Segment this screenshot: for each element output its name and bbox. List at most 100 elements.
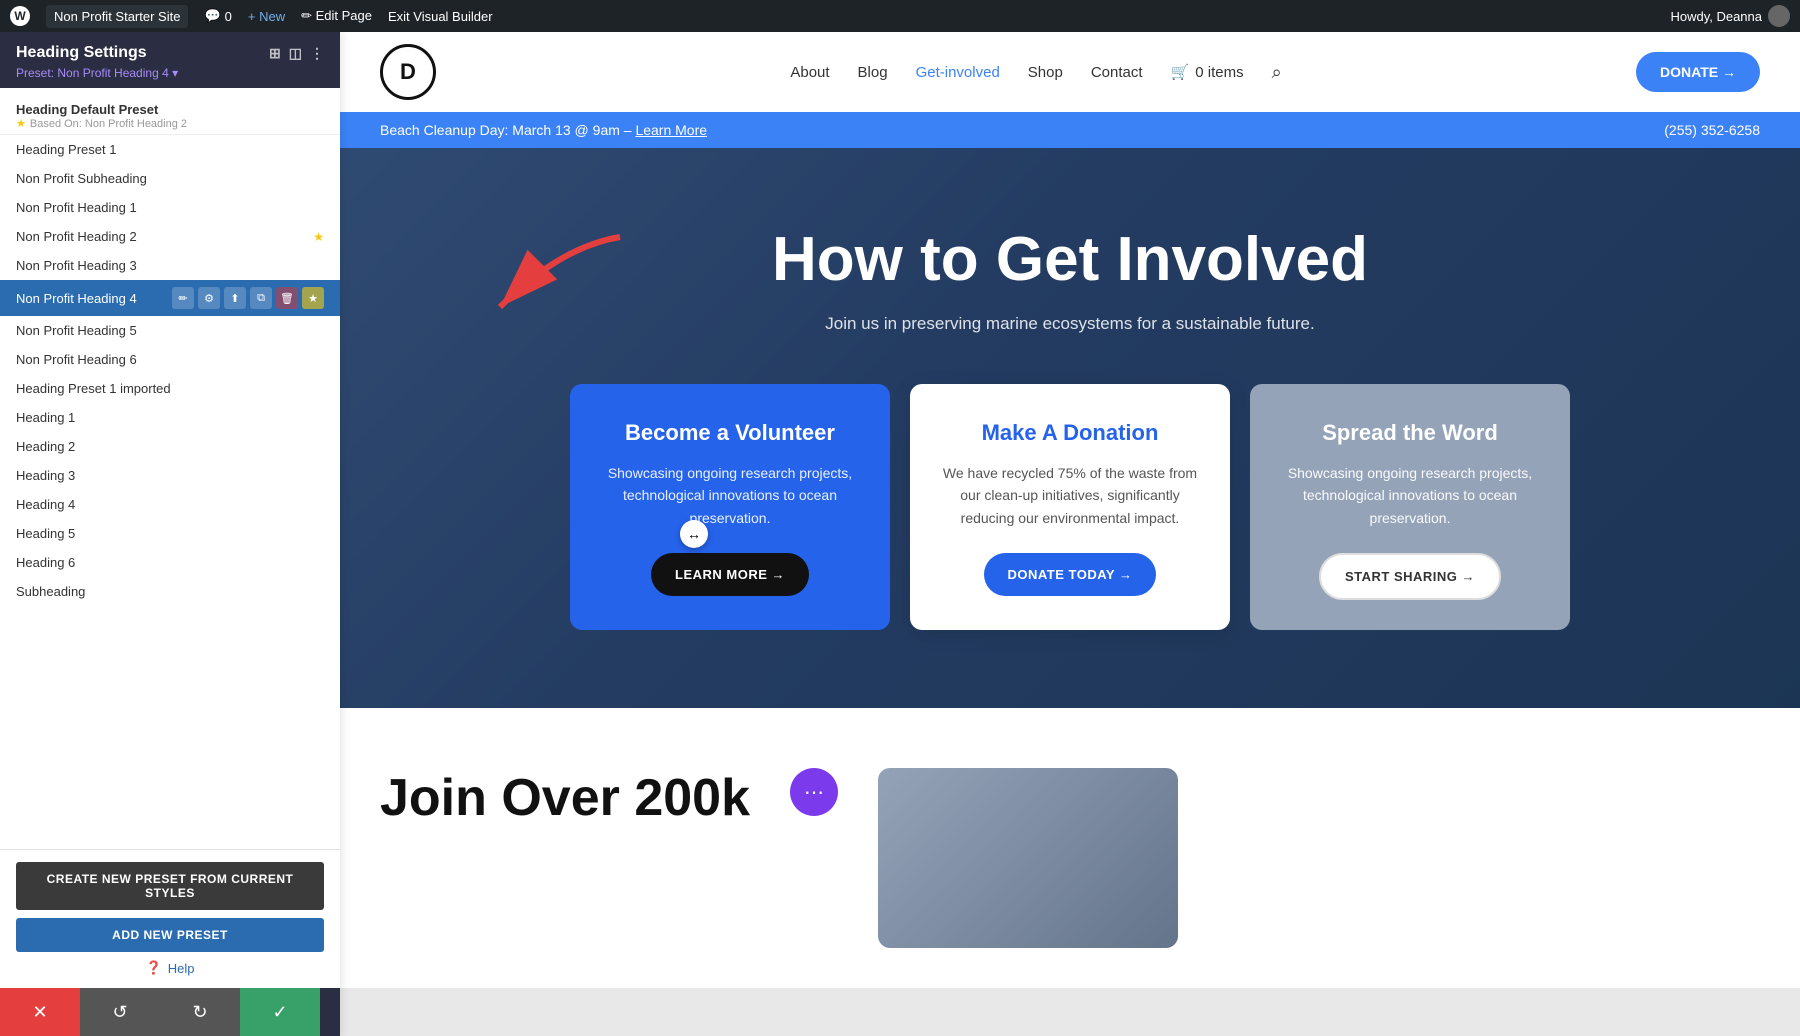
list-item[interactable]: Heading 4: [0, 490, 340, 519]
export-icon[interactable]: ⬆: [224, 287, 246, 309]
bottom-section-title: Join Over 200k: [380, 768, 750, 828]
more-icon[interactable]: ⋮: [310, 45, 324, 62]
purple-menu-bubble[interactable]: ⋯: [790, 768, 838, 816]
list-item[interactable]: Heading 2: [0, 432, 340, 461]
hero-subtitle: Join us in preserving marine ecosystems …: [825, 314, 1314, 334]
list-item[interactable]: Heading Preset 1: [0, 135, 340, 164]
toolbar-buttons: ✕ ↺ ↻ ✓: [0, 988, 320, 1036]
active-preset-item[interactable]: Non Profit Heading 4 ✏ ⚙ ⬆ ⧉ 🗑 ★: [0, 280, 340, 316]
preset-label[interactable]: Preset: Non Profit Heading 4 ▾: [16, 66, 324, 80]
sidebar-header: Heading Settings ⊞ ◫ ⋮ Preset: Non Profi…: [0, 32, 340, 88]
cards-row: Become a Volunteer Showcasing ongoing re…: [520, 384, 1620, 630]
list-item[interactable]: Non Profit Heading 1: [0, 193, 340, 222]
check-icon: ✓: [272, 1002, 287, 1023]
list-item[interactable]: Subheading: [0, 577, 340, 606]
close-icon: ✕: [32, 1002, 47, 1023]
default-preset-group: Heading Default Preset ★ Based On: Non P…: [0, 94, 340, 135]
sidebar-title: Heading Settings ⊞ ◫ ⋮: [16, 44, 324, 62]
list-item[interactable]: Non Profit Heading 2 ★: [0, 222, 340, 251]
announcement-text: Beach Cleanup Day: March 13 @ 9am – Lear…: [380, 122, 707, 138]
delete-icon[interactable]: 🗑: [276, 287, 298, 309]
help-icon: ❓: [146, 960, 162, 976]
default-preset-name: Heading Default Preset: [16, 102, 324, 117]
star-action-icon[interactable]: ★: [302, 287, 324, 309]
settings-icon[interactable]: ⚙: [198, 287, 220, 309]
list-item[interactable]: Non Profit Heading 3: [0, 251, 340, 280]
user-menu[interactable]: Howdy, Deanna: [1670, 5, 1790, 27]
settings-sidebar: Heading Settings ⊞ ◫ ⋮ Preset: Non Profi…: [0, 32, 340, 1036]
nav-blog[interactable]: Blog: [858, 64, 888, 81]
nav-get-involved[interactable]: Get-involved: [916, 64, 1000, 81]
redo-button[interactable]: ↻: [160, 988, 240, 1036]
search-icon[interactable]: ⌕: [1272, 62, 1282, 83]
list-item[interactable]: Heading Preset 1 imported: [0, 374, 340, 403]
help-link[interactable]: ❓ Help: [16, 960, 324, 976]
site-name[interactable]: Non Profit Starter Site: [46, 5, 188, 28]
add-preset-button[interactable]: ADD NEW PRESET: [16, 918, 324, 952]
panel-icon[interactable]: ◫: [289, 45, 302, 62]
learn-more-button[interactable]: LEARN MORE →: [651, 553, 809, 596]
cart-count: 0 items: [1195, 64, 1243, 81]
site-logo[interactable]: D: [380, 44, 436, 100]
logo-letter: D: [400, 59, 416, 85]
donate-today-button[interactable]: DONATE TODAY →: [984, 553, 1157, 596]
wp-logo-icon[interactable]: W: [10, 6, 30, 26]
bubble-icon: ⋯: [804, 780, 824, 805]
card-text: Showcasing ongoing research projects, te…: [600, 462, 860, 529]
share-card: Spread the Word Showcasing ongoing resea…: [1250, 384, 1570, 630]
sidebar-header-icons: ⊞ ◫ ⋮: [269, 45, 324, 62]
admin-bar: W Non Profit Starter Site 💬 0 + New ✏ Ed…: [0, 0, 1800, 32]
list-item[interactable]: Heading 3: [0, 461, 340, 490]
website-preview: ↔ D About Blog Get-involved Sho: [340, 32, 1800, 1036]
list-item[interactable]: Non Profit Heading 5: [0, 316, 340, 345]
resize-handle[interactable]: ↔: [680, 520, 708, 548]
undo-button[interactable]: ↺: [80, 988, 160, 1036]
resize-icon: ↔: [687, 526, 701, 542]
main-area: Heading Settings ⊞ ◫ ⋮ Preset: Non Profi…: [0, 32, 1800, 1036]
cart-link[interactable]: 🛒 0 items: [1171, 63, 1244, 81]
list-item[interactable]: Non Profit Heading 6: [0, 345, 340, 374]
edit-icon[interactable]: ✏: [172, 287, 194, 309]
start-sharing-button[interactable]: START SHARING →: [1319, 553, 1501, 600]
duplicate-icon[interactable]: ⧉: [250, 287, 272, 309]
based-on-label: ★ Based On: Non Profit Heading 2: [16, 117, 324, 130]
cart-icon: 🛒: [1171, 63, 1190, 81]
close-button[interactable]: ✕: [0, 988, 80, 1036]
card-title: Become a Volunteer: [600, 420, 860, 446]
list-item[interactable]: Heading 6: [0, 548, 340, 577]
nav-contact[interactable]: Contact: [1091, 64, 1143, 81]
confirm-button[interactable]: ✓: [240, 988, 320, 1036]
card-text: Showcasing ongoing research projects, te…: [1280, 462, 1540, 529]
bottom-toolbar: ✕ ↺ ↻ ✓: [0, 988, 340, 1036]
announcement-bar: Beach Cleanup Day: March 13 @ 9am – Lear…: [340, 112, 1800, 148]
redo-icon: ↻: [192, 1002, 207, 1023]
list-item[interactable]: Heading 5: [0, 519, 340, 548]
donation-card: Make A Donation We have recycled 75% of …: [910, 384, 1230, 630]
card-title: Make A Donation: [940, 420, 1200, 446]
announcement-link[interactable]: Learn More: [635, 122, 707, 138]
user-avatar: [1768, 5, 1790, 27]
preset-list: Heading Default Preset ★ Based On: Non P…: [0, 88, 340, 849]
comment-icon: 💬: [204, 8, 220, 24]
bottom-image: [878, 768, 1178, 948]
card-title: Spread the Word: [1280, 420, 1540, 446]
site-navigation: D About Blog Get-involved Shop Contact 🛒…: [340, 32, 1800, 112]
list-item[interactable]: Non Profit Subheading: [0, 164, 340, 193]
card-text: We have recycled 75% of the waste from o…: [940, 462, 1200, 529]
bottom-section: Join Over 200k ⋯: [340, 708, 1800, 988]
nav-shop[interactable]: Shop: [1028, 64, 1063, 81]
comments-link[interactable]: 💬 0: [204, 8, 231, 24]
nav-about[interactable]: About: [790, 64, 829, 81]
edit-page-link[interactable]: ✏ Edit Page: [301, 8, 372, 24]
create-preset-button[interactable]: CREATE NEW PRESET FROM CURRENT STYLES: [16, 862, 324, 910]
donate-nav-button[interactable]: DONATE →: [1636, 52, 1760, 92]
expand-icon[interactable]: ⊞: [269, 45, 281, 62]
new-item-link[interactable]: + New: [248, 9, 285, 24]
list-item[interactable]: Heading 1: [0, 403, 340, 432]
hero-section: How to Get Involved Join us in preservin…: [340, 148, 1800, 708]
preset-items: Heading Preset 1 Non Profit Subheading N…: [0, 135, 340, 606]
volunteer-card: Become a Volunteer Showcasing ongoing re…: [570, 384, 890, 630]
active-item-actions: ✏ ⚙ ⬆ ⧉ 🗑 ★: [172, 287, 324, 309]
exit-builder-link[interactable]: Exit Visual Builder: [388, 9, 493, 24]
star-icon: ★: [313, 230, 324, 244]
